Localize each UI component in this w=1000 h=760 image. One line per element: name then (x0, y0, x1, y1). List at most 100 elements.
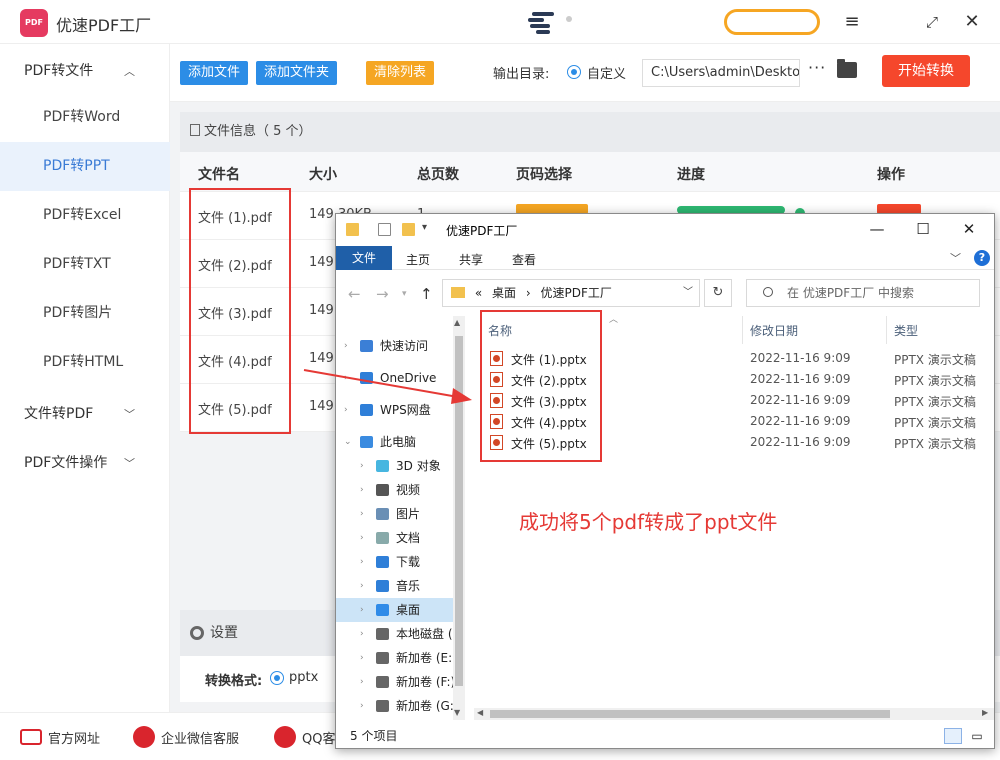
nav-item[interactable]: › 下载 (336, 550, 464, 574)
nav-item[interactable]: › 图片 (336, 502, 464, 526)
output-path-input[interactable]: C:\Users\admin\Desktop (642, 59, 800, 87)
sidebar-group-file-to-pdf[interactable]: 文件转PDF (24, 403, 93, 423)
cloud-icon (360, 404, 373, 416)
help-icon[interactable]: ? (974, 250, 990, 266)
nav-scroll-thumb[interactable] (455, 336, 463, 686)
chevron-down-icon[interactable]: ﹀ (124, 406, 135, 422)
address-part-folder[interactable]: 优速PDF工厂 (540, 286, 611, 300)
expand-chevron-icon[interactable]: › (360, 622, 364, 646)
expand-chevron-icon[interactable]: › (344, 398, 348, 422)
expand-chevron-icon[interactable]: › (360, 574, 364, 598)
promo-button[interactable] (724, 9, 820, 35)
music-icon (376, 580, 389, 592)
nav-item[interactable]: › 视频 (336, 478, 464, 502)
sidebar-item-pdf-txt[interactable]: PDF转TXT (0, 240, 170, 289)
file-list-hscrollbar[interactable]: ◀ ▶ (474, 708, 994, 720)
folder-icon[interactable] (837, 59, 857, 78)
close-icon[interactable]: ✕ (960, 10, 984, 34)
nav-item[interactable]: › 音乐 (336, 574, 464, 598)
custom-radio[interactable] (567, 65, 581, 79)
sidebar-item-pdf-html[interactable]: PDF转HTML (0, 338, 170, 387)
nav-item[interactable]: › 新加卷 (F:) (336, 670, 464, 694)
ribbon-tab-share[interactable]: 共享 (459, 251, 483, 268)
expand-chevron-icon[interactable]: › (360, 478, 364, 502)
nav-item[interactable]: › OneDrive (336, 366, 464, 390)
expand-chevron-icon[interactable]: ⌄ (344, 430, 352, 454)
custom-radio-label: 自定义 (587, 67, 627, 82)
start-convert-button[interactable]: 开始转换 (882, 55, 970, 87)
scroll-up-icon[interactable]: ▲ (454, 318, 460, 327)
minimize-icon[interactable]: — (862, 220, 892, 238)
details-view-icon[interactable] (944, 728, 962, 744)
nav-item[interactable]: › 新加卷 (G:) (336, 694, 464, 718)
ribbon-tab-file[interactable]: 文件 (336, 246, 392, 270)
chevron-down-icon[interactable]: ﹀ (124, 455, 135, 471)
clear-list-button[interactable]: 清除列表 (366, 61, 435, 85)
scroll-down-icon[interactable]: ▼ (454, 708, 460, 717)
ribbon-tab-home[interactable]: 主页 (406, 251, 430, 268)
quick-access-dropdown-icon[interactable]: ▾ (422, 222, 427, 233)
sidebar-item-pdf-image[interactable]: PDF转图片 (0, 289, 170, 338)
app-logo: PDF (20, 9, 48, 37)
recent-dropdown-icon[interactable]: ▾ (402, 289, 407, 299)
up-arrow-icon[interactable]: ↑ (420, 285, 433, 303)
address-bar[interactable]: « 桌面 › 优速PDF工厂 ﹀ (442, 279, 700, 307)
expand-chevron-icon[interactable]: › (360, 454, 364, 478)
properties-icon[interactable] (378, 223, 391, 236)
sidebar-item-pdf-word[interactable]: PDF转Word (0, 93, 170, 142)
maximize-icon[interactable]: ⤢ (920, 10, 944, 34)
new-folder-icon[interactable] (402, 223, 415, 236)
add-file-button[interactable]: 添加文件 (180, 61, 249, 85)
scroll-left-icon[interactable]: ◀ (477, 708, 483, 717)
expand-chevron-icon[interactable]: › (360, 670, 364, 694)
forward-arrow-icon[interactable]: → (376, 285, 389, 303)
hscroll-thumb[interactable] (490, 710, 890, 718)
sidebar-item-pdf-excel[interactable]: PDF转Excel (0, 191, 170, 240)
expand-chevron-icon[interactable]: › (360, 694, 364, 718)
expand-chevron-icon[interactable]: › (344, 366, 348, 390)
address-dropdown-icon[interactable]: ﹀ (683, 280, 693, 306)
nav-item[interactable]: › 桌面 (336, 598, 464, 622)
sidebar-group-pdf-ops[interactable]: PDF文件操作 (24, 452, 107, 472)
nav-scrollbar[interactable]: ▲ ▼ (453, 316, 465, 720)
nav-item[interactable]: › 快速访问 (336, 334, 464, 358)
close-icon[interactable]: ✕ (954, 220, 984, 238)
expand-chevron-icon[interactable]: › (344, 334, 348, 358)
col-date[interactable]: 修改日期 (750, 322, 798, 339)
expand-chevron-icon[interactable]: › (360, 526, 364, 550)
footer-link-website[interactable]: 官方网址 (48, 728, 100, 747)
add-folder-button[interactable]: 添加文件夹 (256, 61, 338, 85)
address-prefix: « (474, 286, 483, 300)
expand-chevron-icon[interactable]: › (360, 646, 364, 670)
expand-chevron-icon[interactable]: › (360, 550, 364, 574)
search-box[interactable]: 在 优速PDF工厂 中搜索 (746, 279, 980, 307)
col-separator[interactable] (886, 316, 887, 344)
scroll-right-icon[interactable]: ▶ (982, 708, 988, 717)
expand-chevron-icon[interactable]: › (360, 502, 364, 526)
nav-item[interactable]: › 文档 (336, 526, 464, 550)
large-icons-view-icon[interactable]: ▭ (968, 728, 986, 744)
format-pptx-radio[interactable] (270, 671, 284, 685)
nav-item[interactable]: ⌄ 此电脑 (336, 430, 464, 454)
ribbon-tab-view[interactable]: 查看 (512, 251, 536, 268)
sidebar-item-pdf-ppt[interactable]: PDF转PPT (0, 142, 170, 191)
back-arrow-icon[interactable]: ← (348, 285, 361, 303)
footer-link-qq[interactable]: QQ客 (302, 728, 335, 747)
nav-item[interactable]: › 本地磁盘 (C (336, 622, 464, 646)
nav-item[interactable]: › 新加卷 (E:) (336, 646, 464, 670)
refresh-icon[interactable]: ↻ (704, 279, 732, 307)
address-part-desktop[interactable]: 桌面 (492, 286, 516, 300)
maximize-icon[interactable]: ☐ (908, 220, 938, 238)
expand-chevron-icon[interactable]: › (360, 598, 364, 622)
nav-item[interactable]: › 3D 对象 (336, 454, 464, 478)
col-separator[interactable] (742, 316, 743, 344)
sidebar-group-pdf-to-file[interactable]: PDF转文件 (24, 60, 93, 80)
nav-item[interactable]: › WPS网盘 (336, 398, 464, 422)
more-options-button[interactable]: ··· (808, 58, 826, 77)
search-placeholder: 在 优速PDF工厂 中搜索 (787, 286, 915, 300)
chevron-up-icon[interactable]: ︿ (124, 63, 135, 79)
footer-link-wechat[interactable]: 企业微信客服 (161, 728, 239, 747)
col-type[interactable]: 类型 (894, 322, 918, 339)
menu-icon[interactable]: ≡ (840, 10, 864, 34)
ribbon-expand-icon[interactable]: ﹀ (950, 250, 961, 266)
